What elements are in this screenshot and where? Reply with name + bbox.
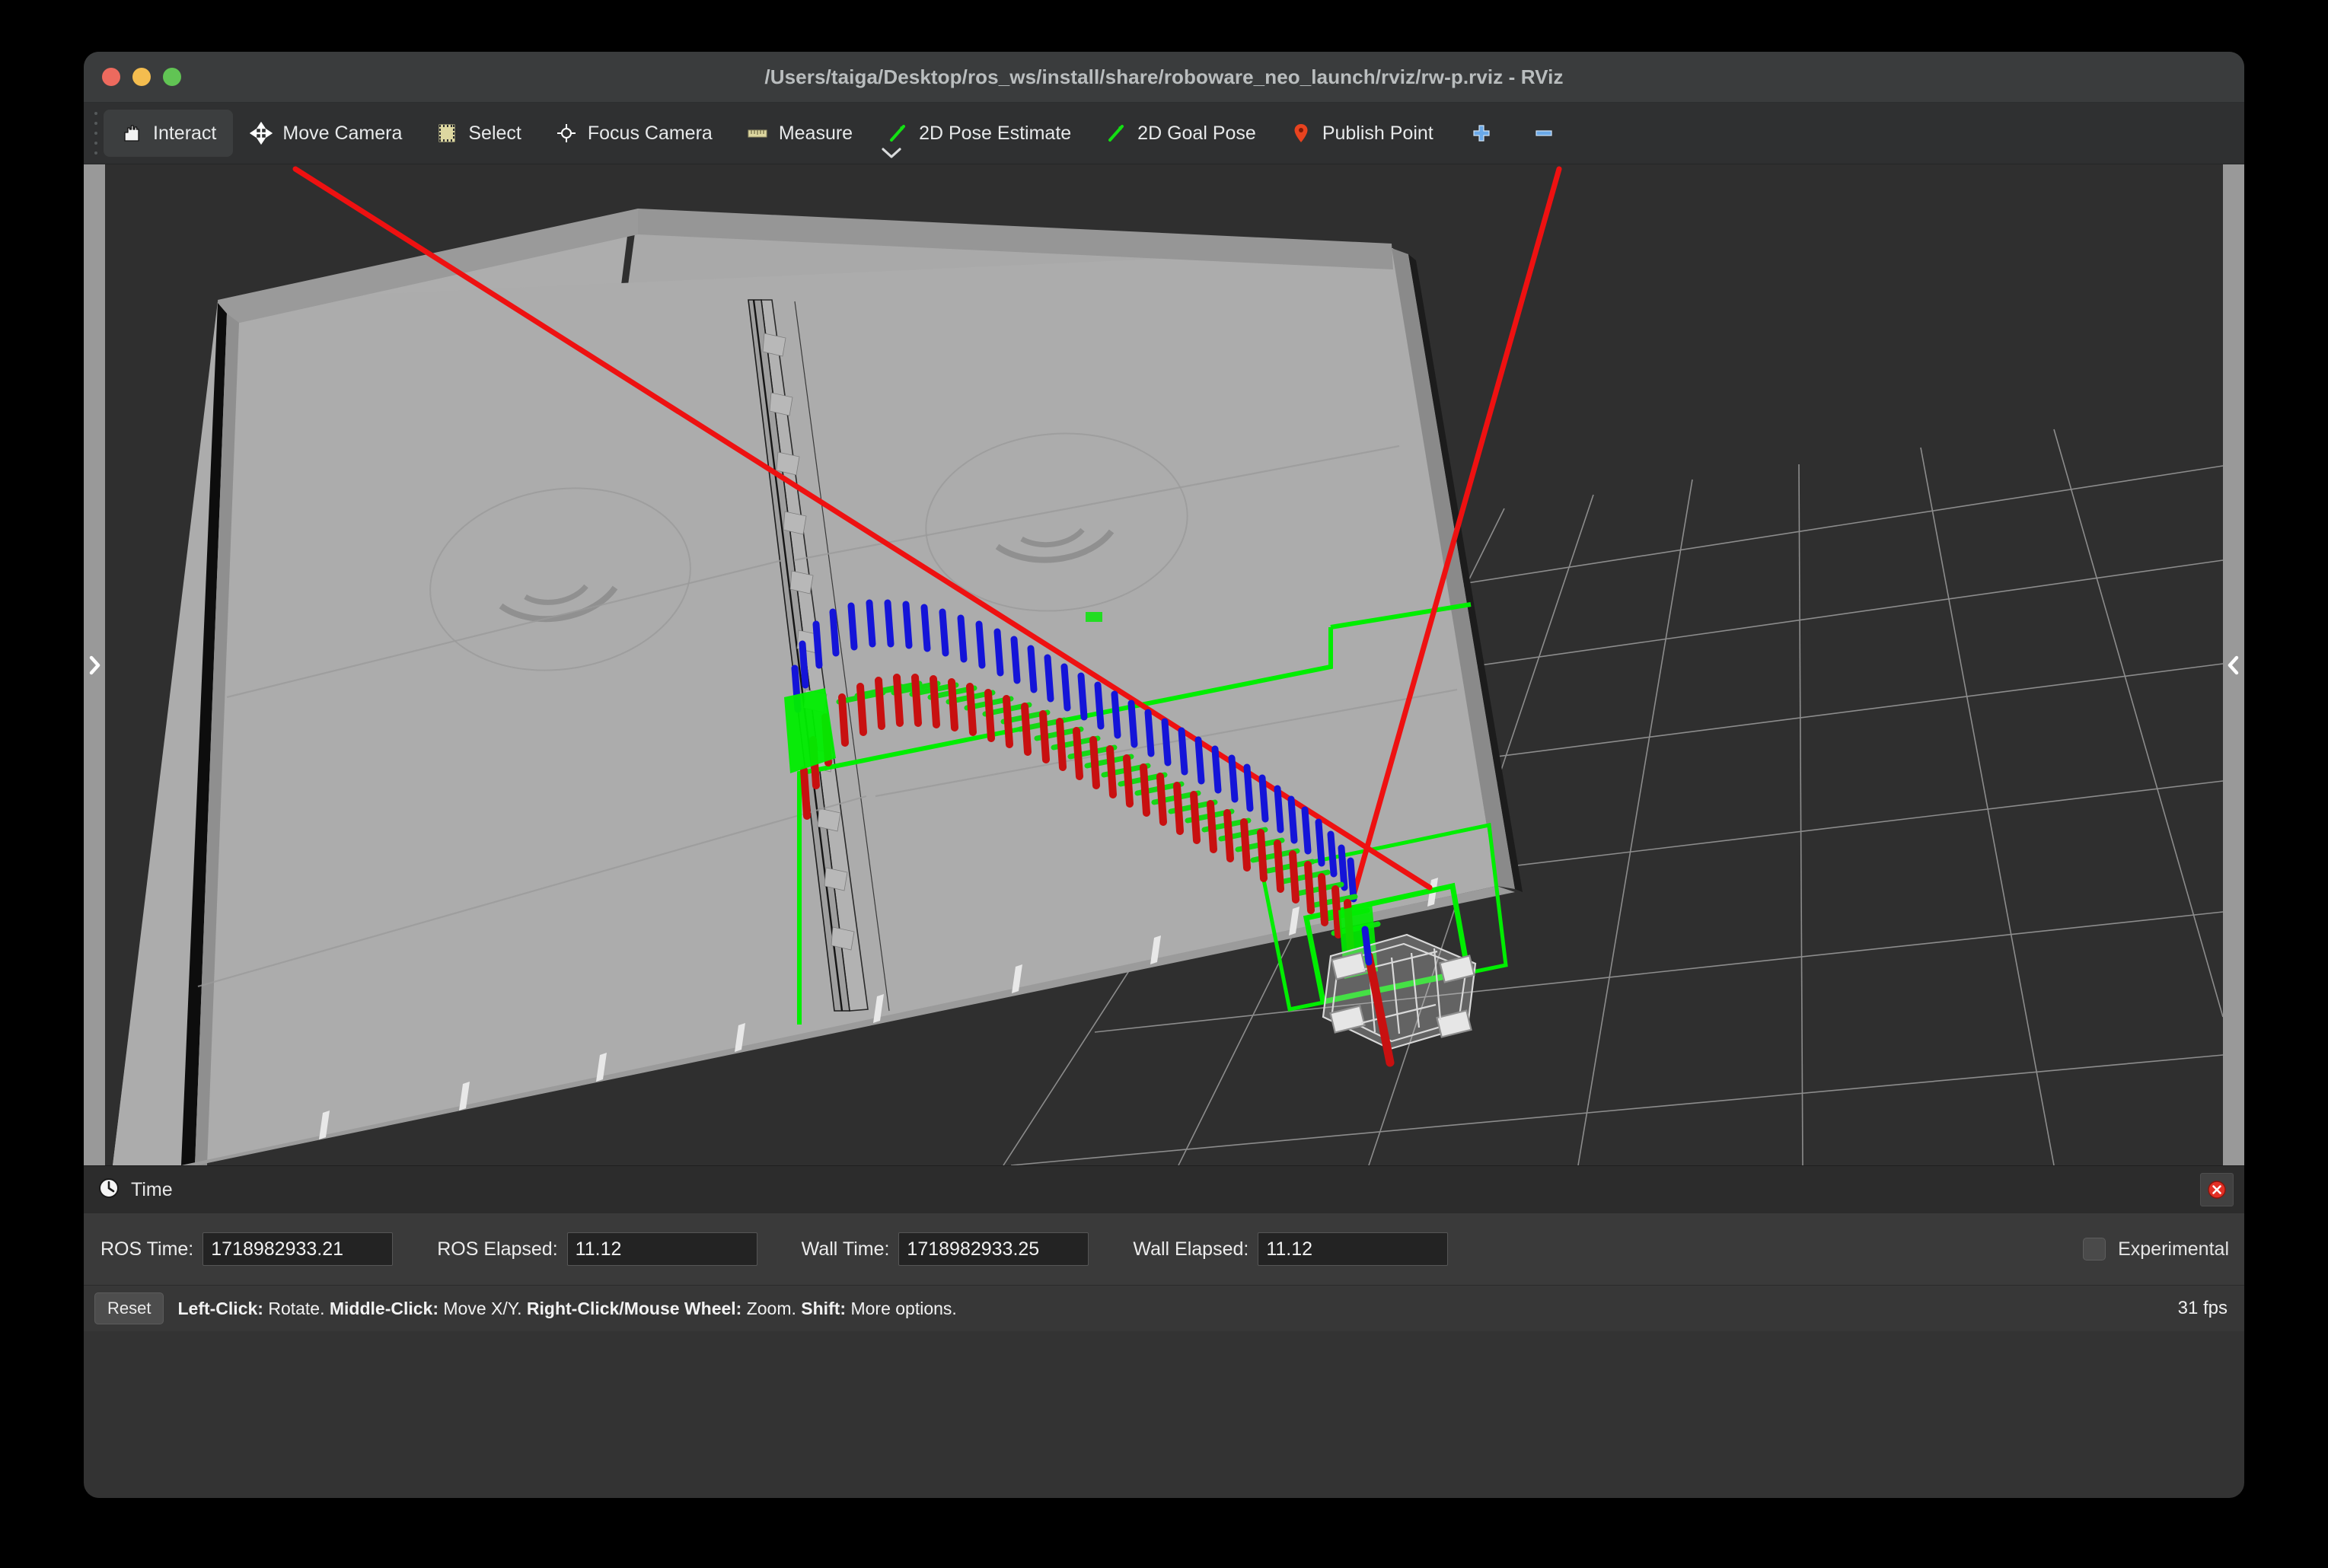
focus-camera-icon [555,122,578,145]
select-icon [435,122,458,145]
render-viewport[interactable] [105,164,2223,1165]
close-icon[interactable] [2200,1173,2234,1206]
tool-measure[interactable]: Measure [729,110,869,157]
tool-2d-pose-estimate-label: 2D Pose Estimate [919,122,1072,144]
wall-elapsed-input[interactable]: 11.12 [1258,1232,1449,1266]
tool-interact[interactable]: Interact [104,110,234,157]
wall-time-label: Wall Time: [801,1238,890,1260]
time-panel-header: Time [84,1165,2244,1213]
tool-publish-point-label: Publish Point [1322,122,1433,144]
tool-2d-goal-pose[interactable]: 2D Goal Pose [1088,110,1273,157]
zoom-window-button[interactable] [163,68,181,86]
time-panel: Time ROS Time: 1718982933.21 ROS Elapsed… [84,1165,2244,1285]
tool-select[interactable]: Select [419,110,537,157]
fps-counter: 31 fps [2177,1298,2228,1318]
move-camera-icon [250,122,273,145]
wall-time-field: Wall Time: 1718982933.25 [802,1232,1089,1266]
screen: /Users/taiga/Desktop/ros_ws/install/shar… [0,0,2328,1568]
wall-time-input[interactable]: 1718982933.25 [898,1232,1089,1266]
experimental-toggle[interactable]: Experimental [2083,1238,2229,1260]
title-bar: /Users/taiga/Desktop/ros_ws/install/shar… [84,52,2244,103]
tool-publish-point[interactable]: Publish Point [1273,110,1450,157]
reset-button[interactable]: Reset [94,1292,164,1324]
toolbar-overflow-button[interactable] [879,145,904,161]
experimental-checkbox[interactable] [2083,1238,2106,1260]
ros-time-input[interactable]: 1718982933.21 [203,1232,394,1266]
right-panel-expander[interactable] [2223,164,2244,1165]
tool-move-camera-label: Move Camera [282,122,403,144]
view-row [84,164,2244,1165]
remove-tool-button[interactable] [1513,110,1575,157]
tool-select-label: Select [468,122,521,144]
ros-time-field: ROS Time: 1718982933.21 [100,1232,394,1266]
status-hint: Left-Click: Rotate. Middle-Click: Move X… [177,1298,957,1318]
window-controls [102,68,181,86]
ros-elapsed-label: ROS Elapsed: [437,1238,558,1260]
minimize-window-button[interactable] [132,68,151,86]
plus-icon [1470,122,1493,145]
tool-focus-camera[interactable]: Focus Camera [538,110,729,157]
wall-elapsed-field: Wall Elapsed: 11.12 [1133,1232,1449,1266]
left-panel-expander[interactable] [84,164,105,1165]
window-title: /Users/taiga/Desktop/ros_ws/install/shar… [764,65,1564,88]
tool-measure-label: Measure [778,122,853,144]
green-arrow-icon [1105,122,1127,145]
map-pin-icon [1290,122,1312,145]
time-panel-body: ROS Time: 1718982933.21 ROS Elapsed: 11.… [84,1213,2244,1285]
time-panel-title: Time [131,1178,173,1200]
green-arrow-icon [886,122,909,145]
ros-elapsed-input[interactable]: 11.12 [566,1232,757,1266]
close-window-button[interactable] [102,68,120,86]
ros-elapsed-field: ROS Elapsed: 11.12 [437,1232,757,1266]
green-marker-dot [1086,612,1102,622]
toolbar-drag-handle[interactable] [90,112,102,155]
status-bar: Reset Left-Click: Rotate. Middle-Click: … [84,1285,2244,1331]
minus-icon [1532,122,1555,145]
rviz-window: /Users/taiga/Desktop/ros_ws/install/shar… [84,52,2244,1498]
tool-focus-camera-label: Focus Camera [587,122,713,144]
ros-time-label: ROS Time: [100,1238,194,1260]
ruler-icon [746,122,769,145]
tool-interact-label: Interact [153,122,217,144]
clock-icon [97,1177,120,1203]
hand-icon [120,122,143,145]
tool-2d-goal-pose-label: 2D Goal Pose [1137,122,1256,144]
tool-move-camera[interactable]: Move Camera [233,110,419,157]
add-tool-button[interactable] [1450,110,1513,157]
experimental-label: Experimental [2118,1238,2229,1260]
tools-toolbar: Interact Move Camera Select Focus Camera… [84,103,2244,164]
wall-elapsed-label: Wall Elapsed: [1133,1238,1249,1260]
3d-scene [105,164,2223,1165]
